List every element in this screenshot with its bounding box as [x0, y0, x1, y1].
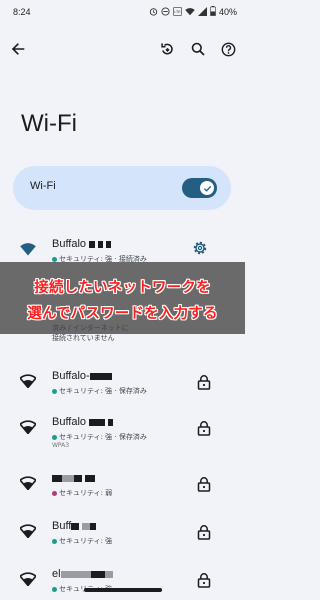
- wifi-signal-full-icon: [20, 243, 36, 256]
- search-icon: [191, 42, 205, 56]
- network-row[interactable]: Buffalo- セキュリティ: 強 · 保存済み: [0, 364, 245, 404]
- page-title: Wi-Fi: [21, 110, 77, 137]
- alarm-icon: [149, 7, 158, 18]
- help-icon: [221, 42, 235, 56]
- lock-icon: [197, 375, 211, 390]
- status-icons: LTE 40%: [149, 6, 237, 18]
- network-fragment: WPA3: [52, 442, 70, 449]
- wifi-switch[interactable]: [182, 178, 217, 198]
- wifi-toggle-label: Wi-Fi: [30, 180, 56, 192]
- home-indicator[interactable]: [84, 588, 162, 592]
- network-status-partial-2: 接続されていません: [52, 334, 115, 342]
- network-name: [52, 472, 96, 484]
- network-status: セキュリティ: 弱: [52, 488, 112, 498]
- network-row[interactable]: セキュリティ: 弱: [0, 466, 245, 506]
- wifi-status-icon: [185, 7, 195, 18]
- back-arrow-icon: [11, 43, 25, 55]
- gear-icon[interactable]: [192, 240, 208, 256]
- security-dot: [52, 586, 57, 592]
- volte-icon: LTE: [173, 6, 182, 18]
- security-dot: [52, 538, 57, 544]
- back-button[interactable]: [7, 38, 29, 60]
- security-dot: [52, 388, 57, 394]
- rotate-settings-button[interactable]: [156, 38, 178, 60]
- status-time: 8:24: [13, 7, 31, 17]
- toolbar: [0, 38, 245, 62]
- check-icon: [203, 185, 211, 192]
- wifi-signal-medium-icon: [20, 420, 36, 434]
- signal-icon: [197, 6, 207, 18]
- status-bar: 8:24 LTE 40%: [0, 0, 245, 24]
- network-name: Buff: [52, 520, 97, 532]
- network-name: el: [52, 568, 113, 580]
- banner-line-2: 選んでパスワードを入力する: [27, 306, 218, 322]
- battery-icon: [209, 6, 216, 18]
- network-row[interactable]: Buff セキュリティ: 強: [0, 514, 245, 554]
- network-status-partial: 済み / インターネットに: [52, 324, 129, 332]
- svg-text:LTE: LTE: [174, 9, 181, 13]
- security-dot: [52, 434, 57, 440]
- lock-icon: [197, 477, 211, 492]
- search-button[interactable]: [187, 38, 209, 60]
- lock-icon: [197, 421, 211, 436]
- banner-line-1: 接続したいネットワークを: [34, 280, 211, 296]
- network-status: セキュリティ: 強 · 保存済み: [52, 432, 147, 442]
- switch-knob: [200, 181, 214, 195]
- help-button[interactable]: [217, 38, 239, 60]
- network-row[interactable]: Buffalo セキュリティ: 強 · 保存済み: [0, 410, 245, 450]
- network-row[interactable]: el セキュリティ: 強: [0, 562, 245, 600]
- network-name: Buffalo-: [52, 370, 112, 382]
- battery-percent: 40%: [218, 7, 237, 17]
- wifi-signal-medium-icon: [20, 476, 36, 490]
- network-name: Buffalo: [52, 238, 112, 250]
- wifi-signal-medium-icon: [20, 572, 36, 586]
- security-dot: [52, 256, 57, 262]
- network-status: セキュリティ: 強 · 保存済み: [52, 386, 147, 396]
- dnd-icon: [161, 6, 170, 18]
- security-dot: [52, 490, 57, 496]
- network-name: Buffalo: [52, 416, 114, 428]
- wifi-signal-full-icon: [20, 374, 36, 388]
- lock-icon: [197, 525, 211, 540]
- lock-icon: [197, 573, 211, 588]
- wifi-signal-medium-icon: [20, 524, 36, 538]
- network-status: セキュリティ: 強: [52, 536, 112, 546]
- rotate-icon: [160, 42, 173, 54]
- wifi-toggle-card[interactable]: Wi-Fi: [13, 166, 231, 210]
